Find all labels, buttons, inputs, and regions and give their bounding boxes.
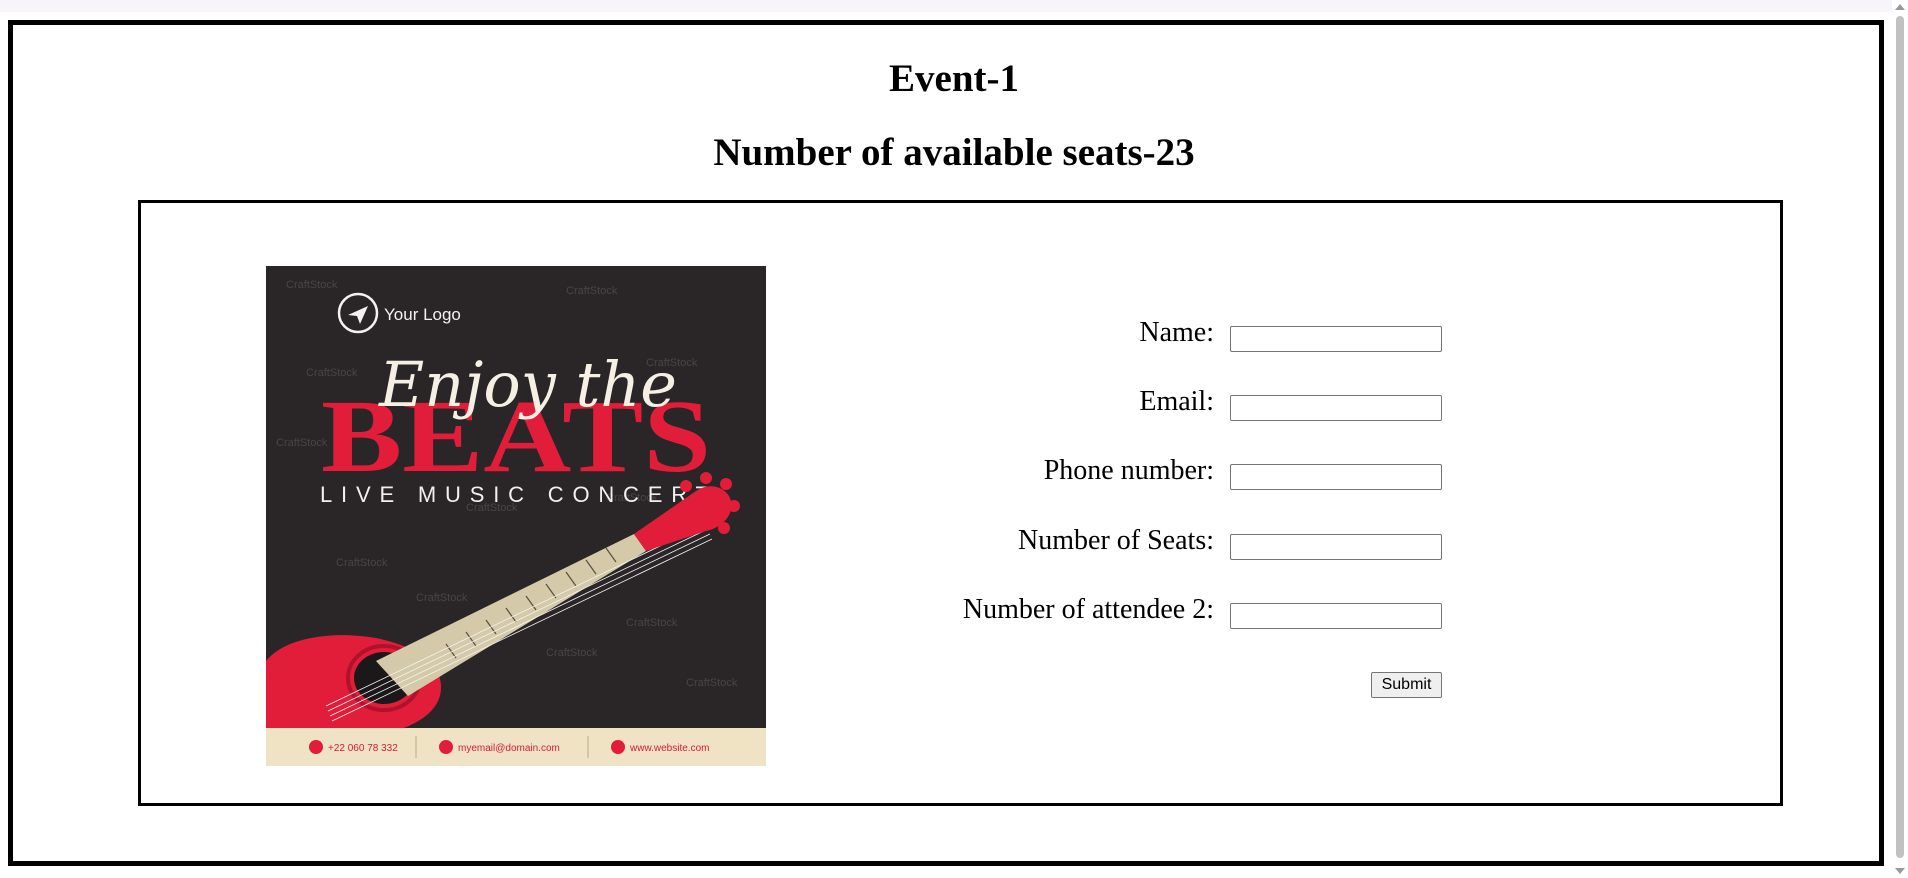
attendee-input[interactable] (1230, 603, 1442, 629)
email-input[interactable] (1230, 395, 1442, 421)
phone-input[interactable] (1230, 464, 1442, 490)
name-label: Name: (1139, 317, 1214, 348)
svg-text:CraftStock: CraftStock (546, 647, 598, 659)
browser-top-strip (0, 0, 1908, 12)
seats-input[interactable] (1230, 534, 1442, 560)
event-poster-image: CraftStock CraftStock CraftStock CraftSt… (266, 266, 766, 766)
phone-row: Phone number: (900, 455, 1442, 490)
event-title: Event-1 (889, 57, 1019, 100)
phone-icon (309, 740, 323, 754)
poster-contact-web: www.website.com (629, 743, 709, 754)
svg-text:CraftStock: CraftStock (686, 677, 738, 689)
email-icon (439, 740, 453, 754)
seats-row: Number of Seats: (900, 525, 1442, 560)
poster-subheadline: LIVE MUSIC CONCERT (320, 482, 712, 507)
phone-label: Phone number: (1043, 455, 1214, 486)
poster-watermark: CraftStock (286, 279, 338, 291)
attendee-label: Number of attendee 2: (962, 594, 1214, 625)
globe-icon (611, 740, 625, 754)
submit-button[interactable]: Submit (1371, 672, 1442, 698)
poster-script-text: Enjoy the (378, 348, 677, 421)
page-scrollbar[interactable] (1892, 0, 1908, 878)
svg-text:CraftStock: CraftStock (416, 592, 468, 604)
scroll-up-arrow-icon[interactable] (1895, 4, 1905, 10)
email-label: Email: (1139, 386, 1214, 417)
svg-text:CraftStock: CraftStock (566, 285, 618, 297)
scroll-down-arrow-icon[interactable] (1895, 868, 1905, 874)
svg-text:CraftStock: CraftStock (626, 617, 678, 629)
scroll-thumb[interactable] (1896, 16, 1904, 858)
name-row: Name: (900, 317, 1442, 352)
email-row: Email: (900, 386, 1442, 421)
seats-label: Number of Seats: (1018, 525, 1214, 556)
name-input[interactable] (1230, 326, 1442, 352)
poster-graphic: CraftStock CraftStock CraftStock CraftSt… (266, 266, 766, 766)
poster-contact-email: myemail@domain.com (458, 743, 560, 754)
poster-logo-text: Your Logo (384, 305, 461, 324)
available-seats-heading: Number of available seats-23 (713, 131, 1195, 174)
svg-text:CraftStock: CraftStock (306, 367, 358, 379)
attendee-row: Number of attendee 2: (900, 594, 1442, 629)
svg-text:CraftStock: CraftStock (336, 557, 388, 569)
poster-contact-phone: +22 060 78 332 (328, 743, 398, 754)
